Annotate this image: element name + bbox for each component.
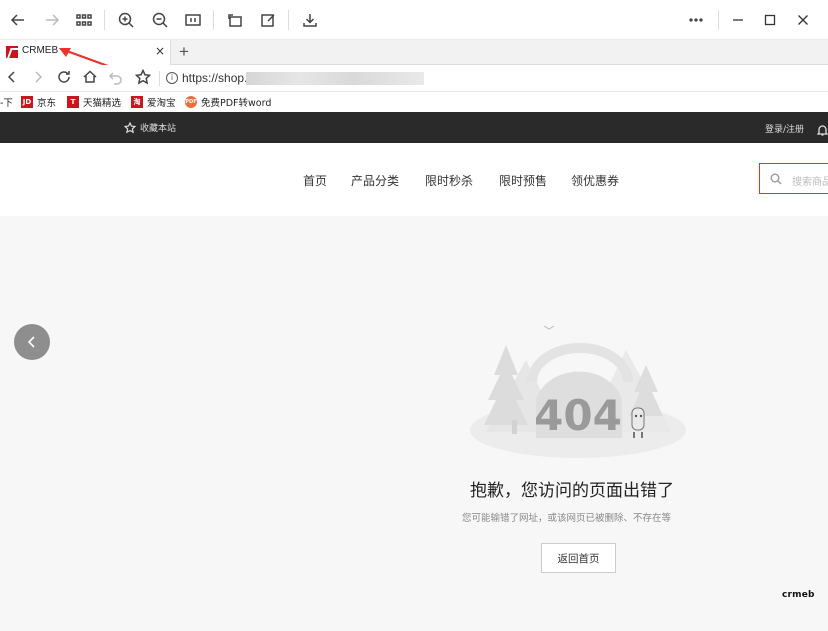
site-top-bar: 收藏本站 登录/注册 xyxy=(0,112,828,143)
tmall-icon: T xyxy=(67,96,79,108)
apps-grid-icon[interactable] xyxy=(72,8,96,32)
return-home-button[interactable]: 返回首页 xyxy=(541,543,616,573)
zoom-out-icon[interactable] xyxy=(148,8,172,32)
error-code: 404 xyxy=(534,391,622,440)
bookmark-aitaobao[interactable]: 淘 爱淘宝 xyxy=(131,95,176,109)
search-placeholder: 搜索商品 xyxy=(792,177,828,188)
crmeb-logo: crmeb xyxy=(782,590,815,600)
site-info-icon[interactable]: i xyxy=(166,72,178,84)
undo-icon[interactable] xyxy=(108,69,126,87)
error-404-illustration: 404 xyxy=(470,325,686,458)
minimize-icon[interactable] xyxy=(726,8,750,32)
actual-size-icon[interactable] xyxy=(181,8,205,32)
zoom-in-icon[interactable] xyxy=(114,8,138,32)
carousel-prev-button[interactable] xyxy=(14,324,50,360)
browser-toolbar xyxy=(0,0,828,40)
nav-back-icon[interactable] xyxy=(4,69,22,87)
home-icon[interactable] xyxy=(82,69,100,87)
nav-categories[interactable]: 产品分类 xyxy=(351,172,399,189)
rotate-icon[interactable] xyxy=(223,8,247,32)
jd-icon: JD xyxy=(21,96,33,108)
nav-coupons[interactable]: 领优惠券 xyxy=(571,172,619,189)
nav-presale[interactable]: 限时预售 xyxy=(499,172,547,189)
search-icon xyxy=(770,173,782,185)
edit-icon[interactable] xyxy=(256,8,280,32)
site-header: 首页 产品分类 限时秒杀 限时预售 领优惠券 搜索商品 xyxy=(0,143,828,216)
download-icon[interactable] xyxy=(298,8,322,32)
new-tab-icon[interactable]: + xyxy=(179,42,189,62)
tab-title: CRMEB xyxy=(22,45,59,56)
address-bar: i https://shop. xyxy=(0,65,828,92)
bookmark-item[interactable]: -下 xyxy=(0,95,13,109)
bookmark-tmall[interactable]: T 天猫精选 xyxy=(67,95,121,109)
refresh-icon[interactable] xyxy=(56,69,74,87)
search-input[interactable]: 搜索商品 xyxy=(759,163,828,194)
bookmark-jd[interactable]: JD 京东 xyxy=(21,95,56,109)
main-content: 404 抱歉，您访问的页面出错了 您可能输错了网址，或该网页已被删除、不存在等 … xyxy=(0,216,828,631)
nav-flash-sale[interactable]: 限时秒杀 xyxy=(425,172,473,189)
tab-close-icon[interactable]: × xyxy=(155,44,165,58)
nav-forward-icon[interactable] xyxy=(30,69,48,87)
back-icon[interactable] xyxy=(6,8,30,32)
chevron-left-icon xyxy=(27,336,35,348)
forward-icon[interactable] xyxy=(40,8,64,32)
tab-strip: CRMEB × + xyxy=(0,40,828,65)
pdf-icon: PDF xyxy=(185,96,197,108)
nav-home[interactable]: 首页 xyxy=(303,172,327,189)
login-register-link[interactable]: 登录/注册 xyxy=(765,122,804,135)
error-subtitle: 您可能输错了网址，或该网页已被删除、不存在等 xyxy=(462,513,672,524)
bookmark-pdf[interactable]: PDF 免费PDF转word xyxy=(185,95,271,109)
taobao-icon: 淘 xyxy=(131,96,143,108)
star-outline-icon xyxy=(124,121,136,133)
maximize-icon[interactable] xyxy=(758,8,782,32)
error-title: 抱歉，您访问的页面出错了 xyxy=(470,481,674,501)
bell-icon[interactable] xyxy=(816,121,828,136)
bookmarks-bar: -下 JD 京东 T 天猫精选 淘 爱淘宝 PDF 免费PDF转word xyxy=(0,92,828,112)
url-text[interactable]: https://shop. xyxy=(182,71,247,85)
favorite-site-link[interactable]: 收藏本站 xyxy=(124,121,176,134)
window-close-icon[interactable] xyxy=(791,8,815,32)
star-icon[interactable] xyxy=(134,68,153,87)
crmeb-favicon-icon xyxy=(6,46,18,58)
more-menu-icon[interactable] xyxy=(684,8,708,32)
url-redacted xyxy=(246,72,424,85)
